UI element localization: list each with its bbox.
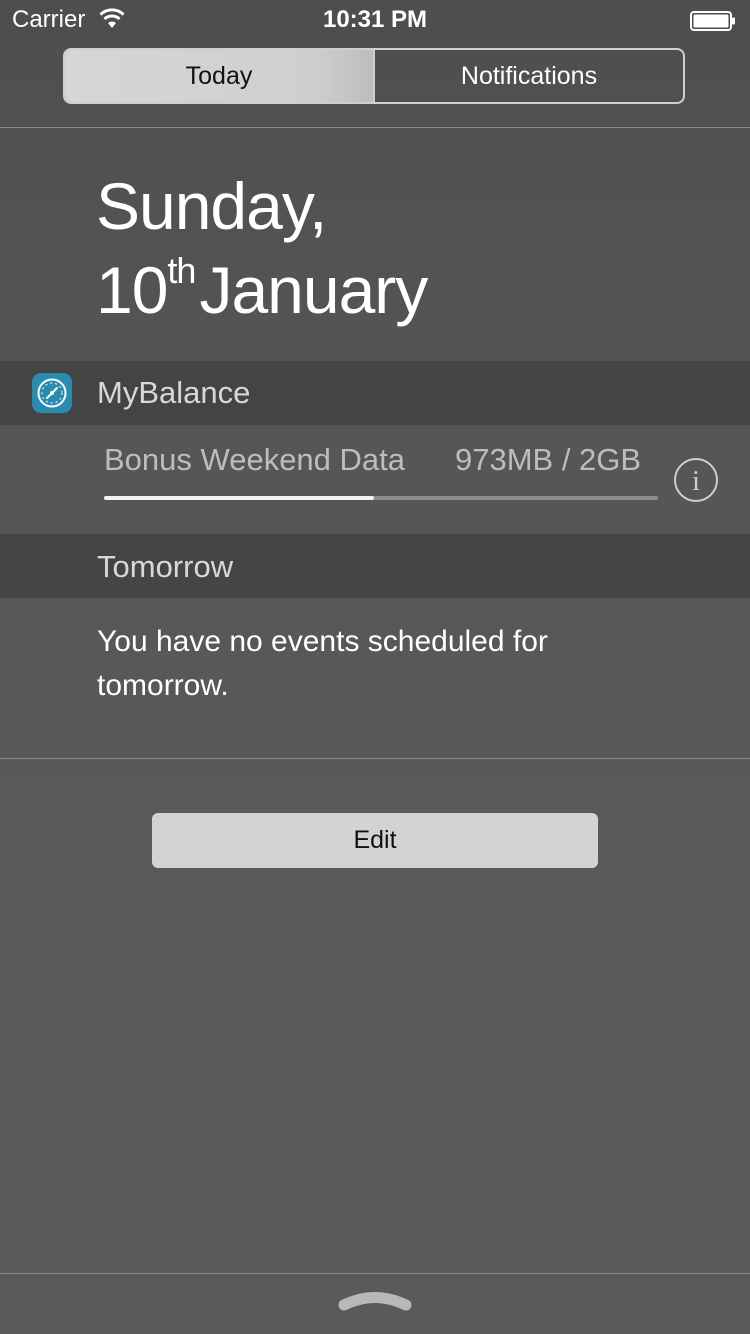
date-month: January bbox=[199, 253, 428, 327]
edit-button[interactable]: Edit bbox=[152, 813, 598, 868]
info-icon[interactable]: i bbox=[673, 457, 719, 503]
tab-today[interactable]: Today bbox=[65, 50, 373, 102]
divider bbox=[0, 1273, 750, 1274]
mybalance-widget-header[interactable]: MyBalance bbox=[0, 361, 750, 425]
mybalance-widget-title: MyBalance bbox=[97, 375, 251, 410]
data-usage-value: 973MB / 2GB bbox=[455, 442, 642, 477]
chevron-up-icon[interactable] bbox=[338, 1290, 412, 1312]
data-usage-progress-bar bbox=[104, 496, 658, 500]
status-bar: Carrier 10:31 PM bbox=[0, 0, 750, 40]
tomorrow-widget-header: Tomorrow bbox=[0, 534, 750, 598]
tab-notifications[interactable]: Notifications bbox=[373, 50, 683, 102]
date-day: 10 bbox=[96, 253, 168, 327]
divider bbox=[0, 127, 750, 128]
divider bbox=[0, 758, 750, 759]
battery-icon bbox=[690, 11, 735, 31]
no-events-message: You have no events scheduled for tomorro… bbox=[97, 625, 548, 702]
data-plan-label: Bonus Weekend Data bbox=[104, 442, 406, 477]
date-suffix: th bbox=[167, 250, 196, 291]
date-day-month: 10thJanuary bbox=[96, 250, 428, 328]
today-notifications-segmented-control: Today Notifications bbox=[63, 48, 685, 104]
speedometer-icon bbox=[32, 373, 72, 413]
svg-text:i: i bbox=[692, 466, 700, 497]
status-time: 10:31 PM bbox=[322, 6, 428, 33]
data-usage-progress-fill bbox=[104, 496, 374, 500]
tomorrow-widget-title: Tomorrow bbox=[97, 549, 234, 584]
date-weekday: Sunday, bbox=[96, 169, 327, 243]
